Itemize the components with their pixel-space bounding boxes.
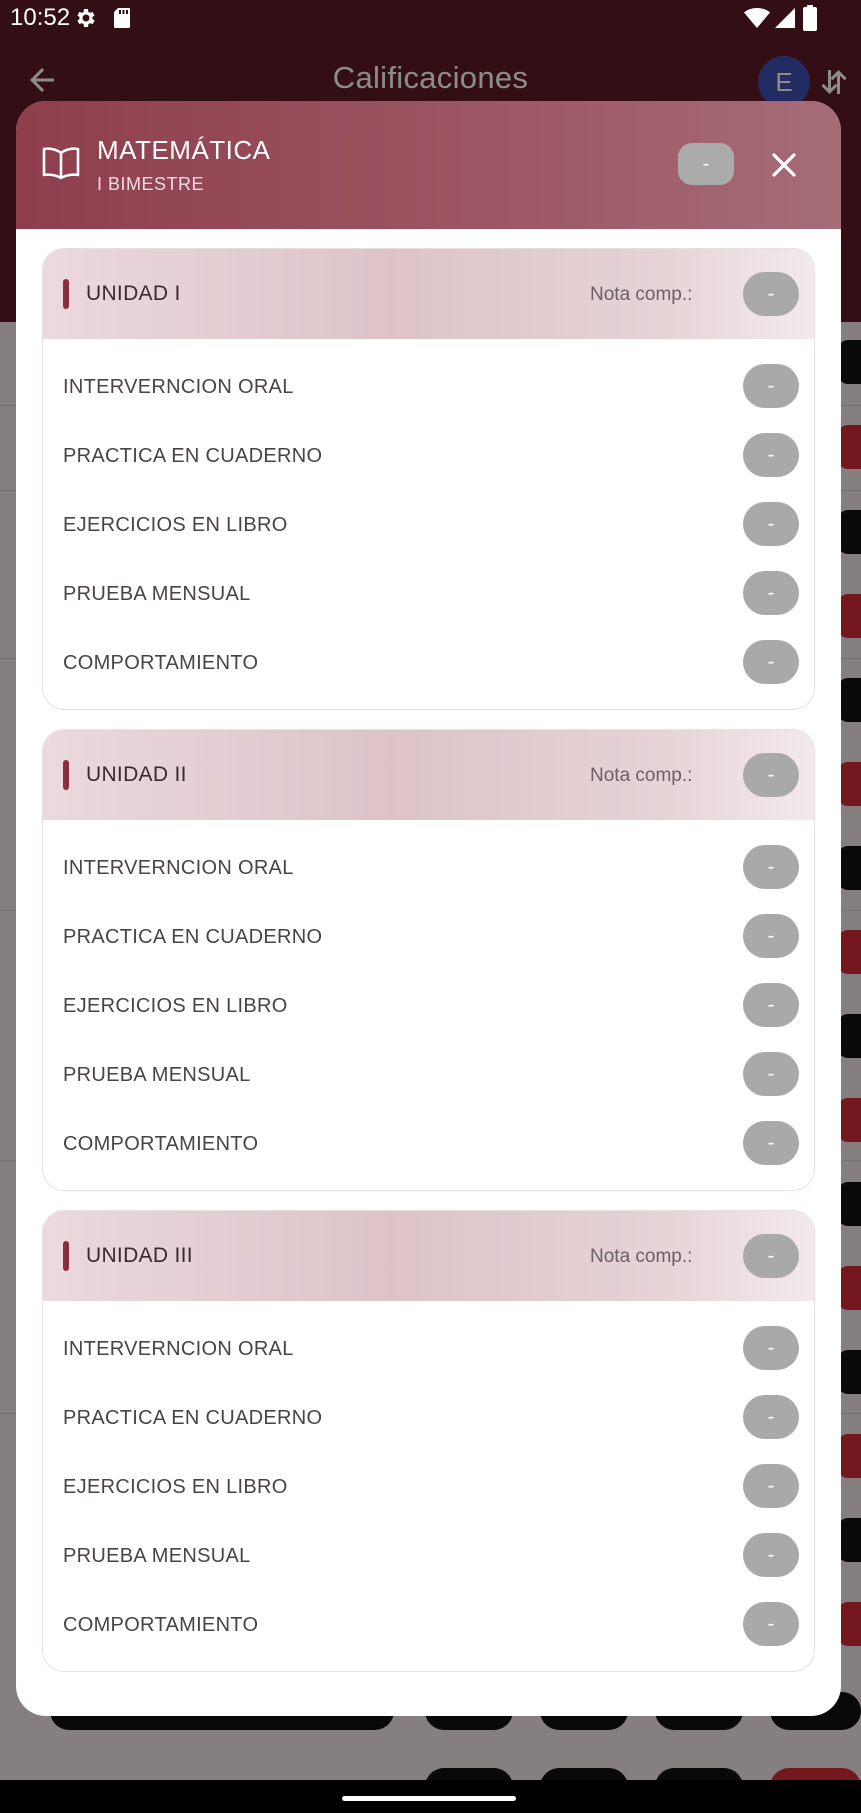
evaluation-label: EJERCICIOS EN LIBRO — [63, 514, 288, 536]
evaluation-row: PRACTICA EN CUADERNO - — [43, 902, 814, 971]
evaluation-label: PRACTICA EN CUADERNO — [63, 1407, 323, 1429]
unit-card-1: UNIDAD I Nota comp.: - INTERVERNCION ORA… — [42, 248, 815, 710]
evaluation-row: PRUEBA MENSUAL - — [43, 1521, 814, 1590]
evaluation-grade-pill: - — [743, 364, 799, 408]
grades-dialog: MATEMÁTICA I BIMESTRE - UNIDAD I Nota co… — [16, 101, 841, 1716]
evaluation-grade-pill: - — [743, 1326, 799, 1370]
evaluation-grade-pill: - — [743, 845, 799, 889]
dialog-header: MATEMÁTICA I BIMESTRE - — [16, 101, 841, 229]
nav-bar — [0, 1780, 861, 1813]
nota-comp-label: Nota comp.: — [590, 1246, 693, 1267]
evaluation-label: INTERVERNCION ORAL — [63, 857, 294, 879]
evaluation-grade-pill: - — [743, 1395, 799, 1439]
evaluation-row: EJERCICIOS EN LIBRO - — [43, 1452, 814, 1521]
evaluation-row: INTERVERNCION ORAL - — [43, 352, 814, 421]
evaluation-label: PRUEBA MENSUAL — [63, 583, 251, 605]
unit-grade-pill: - — [743, 272, 799, 316]
unit-accent-bar — [63, 760, 69, 790]
evaluation-label: COMPORTAMIENTO — [63, 652, 259, 674]
unit-grade-pill: - — [743, 753, 799, 797]
evaluation-label: EJERCICIOS EN LIBRO — [63, 1476, 288, 1498]
subject-grade-badge: - — [678, 143, 734, 185]
unit-card-3: UNIDAD III Nota comp.: - INTERVERNCION O… — [42, 1210, 815, 1672]
nota-comp-label: Nota comp.: — [590, 765, 693, 786]
evaluation-row: COMPORTAMIENTO - — [43, 628, 814, 697]
sd-card-icon — [114, 8, 130, 28]
evaluation-label: PRACTICA EN CUADERNO — [63, 445, 323, 467]
evaluation-grade-pill: - — [743, 983, 799, 1027]
nota-comp-label: Nota comp.: — [590, 284, 693, 305]
evaluation-grade-pill: - — [743, 1464, 799, 1508]
unit-title: UNIDAD II — [86, 763, 187, 786]
book-icon — [42, 147, 80, 180]
evaluation-label: COMPORTAMIENTO — [63, 1614, 259, 1636]
evaluation-label: PRACTICA EN CUADERNO — [63, 926, 323, 948]
battery-icon — [803, 5, 817, 31]
evaluation-row: COMPORTAMIENTO - — [43, 1109, 814, 1178]
wifi-icon — [744, 8, 770, 28]
period-label: I BIMESTRE — [97, 174, 205, 194]
evaluation-grade-pill: - — [743, 1533, 799, 1577]
gear-icon — [77, 9, 95, 27]
unit-header: UNIDAD III Nota comp.: - — [43, 1211, 814, 1301]
evaluation-label: INTERVERNCION ORAL — [63, 1338, 294, 1360]
status-bar: 10:52 — [0, 0, 861, 36]
evaluation-grade-pill: - — [743, 914, 799, 958]
evaluation-row: COMPORTAMIENTO - — [43, 1590, 814, 1659]
unit-accent-bar — [63, 279, 69, 309]
evaluation-row: PRACTICA EN CUADERNO - — [43, 421, 814, 490]
unit-title: UNIDAD I — [86, 282, 181, 305]
unit-title: UNIDAD III — [86, 1244, 193, 1267]
evaluation-row: PRACTICA EN CUADERNO - — [43, 1383, 814, 1452]
evaluation-label: EJERCICIOS EN LIBRO — [63, 995, 288, 1017]
evaluation-grade-pill: - — [743, 1052, 799, 1096]
unit-header: UNIDAD II Nota comp.: - — [43, 730, 814, 820]
unit-grade-pill: - — [743, 1234, 799, 1278]
evaluation-grade-pill: - — [743, 1121, 799, 1165]
status-time: 10:52 — [10, 4, 71, 31]
evaluation-label: PRUEBA MENSUAL — [63, 1545, 251, 1567]
evaluation-label: INTERVERNCION ORAL — [63, 376, 294, 398]
evaluation-label: PRUEBA MENSUAL — [63, 1064, 251, 1086]
close-icon[interactable] — [764, 145, 804, 185]
evaluation-grade-pill: - — [743, 433, 799, 477]
evaluation-row: PRUEBA MENSUAL - — [43, 1040, 814, 1109]
evaluation-row: INTERVERNCION ORAL - — [43, 1314, 814, 1383]
evaluation-row: EJERCICIOS EN LIBRO - — [43, 971, 814, 1040]
evaluation-grade-pill: - — [743, 571, 799, 615]
evaluation-row: PRUEBA MENSUAL - — [43, 559, 814, 628]
evaluation-label: COMPORTAMIENTO — [63, 1133, 259, 1155]
signal-icon — [775, 8, 795, 28]
evaluation-row: INTERVERNCION ORAL - — [43, 833, 814, 902]
unit-accent-bar — [63, 1241, 69, 1271]
evaluation-grade-pill: - — [743, 640, 799, 684]
evaluation-grade-pill: - — [743, 1602, 799, 1646]
evaluation-grade-pill: - — [743, 502, 799, 546]
evaluation-row: EJERCICIOS EN LIBRO - — [43, 490, 814, 559]
home-indicator[interactable] — [342, 1796, 516, 1801]
unit-header: UNIDAD I Nota comp.: - — [43, 249, 814, 339]
unit-card-2: UNIDAD II Nota comp.: - INTERVERNCION OR… — [42, 729, 815, 1191]
subject-title: MATEMÁTICA — [97, 135, 271, 165]
